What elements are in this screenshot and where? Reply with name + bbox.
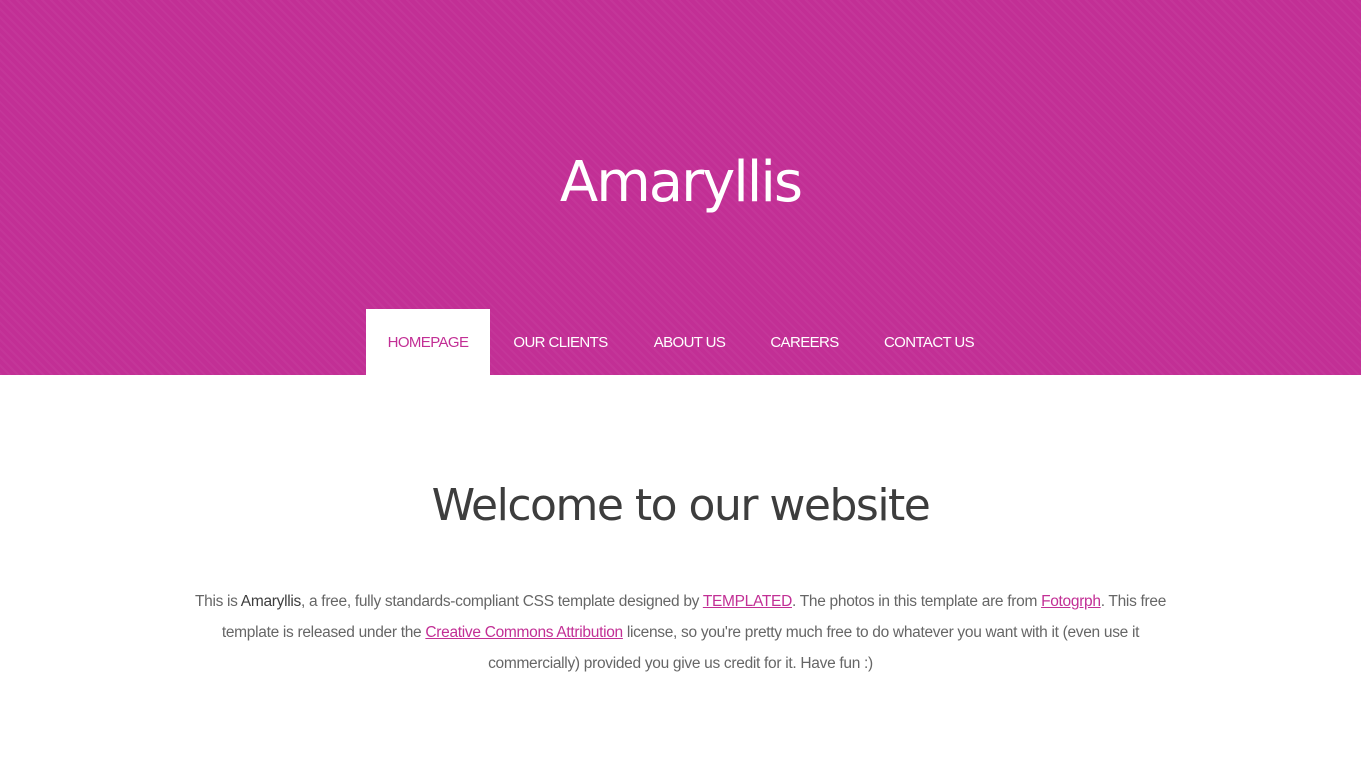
intro-text-3: . The photos in this template are from: [792, 593, 1042, 610]
nav-item-our-clients[interactable]: OUR CLIENTS: [490, 309, 631, 375]
templated-link[interactable]: TEMPLATED: [703, 593, 792, 610]
nav-item-about-us[interactable]: ABOUT US: [631, 309, 748, 375]
nav-item-careers[interactable]: CAREERS: [748, 309, 861, 375]
site-title[interactable]: Amaryllis: [0, 148, 1361, 218]
intro-brand-name: Amaryllis: [240, 593, 301, 610]
intro-text-1: This is: [194, 593, 241, 610]
main-content: Welcome to our website This is Amaryllis…: [0, 375, 1361, 765]
nav-item-homepage[interactable]: HOMEPAGE: [366, 309, 490, 375]
page-heading: Welcome to our website: [431, 480, 931, 531]
site-header: Amaryllis HOMEPAGE OUR CLIENTS ABOUT US …: [0, 0, 1361, 375]
creative-commons-link[interactable]: Creative Commons Attribution: [425, 624, 623, 641]
main-nav: HOMEPAGE OUR CLIENTS ABOUT US CAREERS CO…: [366, 309, 997, 375]
intro-text-2: , a free, fully standards-compliant CSS …: [300, 593, 703, 610]
fotogrph-link[interactable]: Fotogrph: [1041, 593, 1101, 610]
intro-paragraph: This is Amaryllis, a free, fully standar…: [180, 586, 1181, 679]
nav-item-contact-us[interactable]: CONTACT US: [861, 309, 997, 375]
